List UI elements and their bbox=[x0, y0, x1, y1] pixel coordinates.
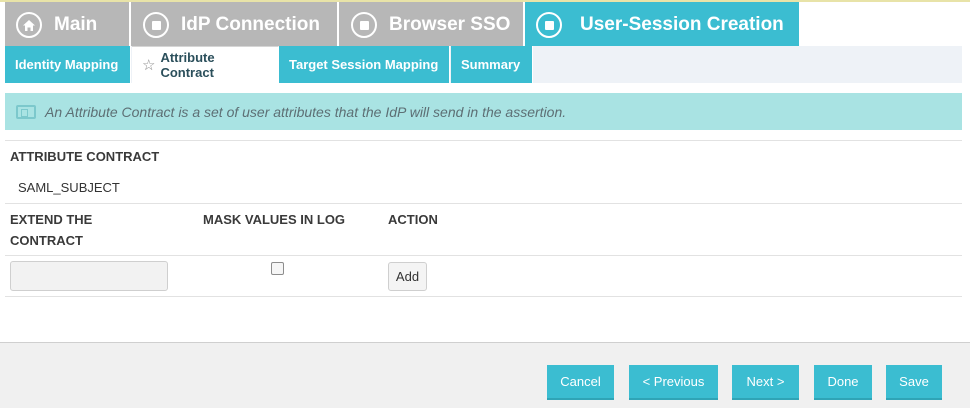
tab-browser-sso[interactable]: Browser SSO bbox=[339, 2, 524, 48]
action-header: ACTION bbox=[388, 212, 438, 227]
square-circle-icon bbox=[143, 12, 169, 38]
info-text: An Attribute Contract is a set of user a… bbox=[45, 103, 567, 120]
mask-values-checkbox[interactable] bbox=[271, 262, 284, 275]
tab-main-label: Main bbox=[54, 14, 98, 35]
save-button[interactable]: Save bbox=[886, 365, 942, 400]
tab-user-session-creation-label: User-Session Creation bbox=[580, 14, 784, 35]
divider bbox=[5, 203, 962, 204]
attribute-contract-page: Main IdP Connection Browser SSO User-Ses… bbox=[0, 0, 970, 408]
subtab-identity-mapping-label: Identity Mapping bbox=[15, 57, 119, 72]
square-circle-icon bbox=[351, 12, 377, 38]
extend-contract-header-line2: CONTRACT bbox=[10, 233, 83, 248]
star-icon: ☆ bbox=[142, 57, 156, 74]
extend-contract-input[interactable] bbox=[10, 261, 168, 291]
cancel-button[interactable]: Cancel bbox=[547, 365, 614, 400]
done-button[interactable]: Done bbox=[814, 365, 872, 400]
info-banner: An Attribute Contract is a set of user a… bbox=[5, 93, 962, 130]
subtab-summary-label: Summary bbox=[461, 57, 521, 72]
divider bbox=[5, 296, 962, 297]
contract-attribute-value: SAML_SUBJECT bbox=[18, 180, 120, 195]
sub-tabs: Identity Mapping ☆ Attribute Contract Ta… bbox=[5, 46, 962, 83]
subtab-attribute-contract-label: Attribute Contract bbox=[160, 50, 215, 80]
subtab-identity-mapping[interactable]: Identity Mapping bbox=[5, 46, 131, 83]
tab-browser-sso-label: Browser SSO bbox=[389, 14, 511, 35]
square-circle-icon bbox=[536, 12, 562, 38]
home-icon bbox=[16, 12, 42, 38]
subtab-target-session-mapping[interactable]: Target Session Mapping bbox=[279, 46, 450, 83]
extend-contract-header-line1: EXTEND THE bbox=[10, 212, 93, 227]
footer-bar: Cancel < Previous Next > Done Save bbox=[0, 342, 970, 408]
add-button[interactable]: Add bbox=[388, 262, 427, 291]
tab-user-session-creation[interactable]: User-Session Creation bbox=[525, 2, 800, 48]
tab-idp-connection[interactable]: IdP Connection bbox=[131, 2, 338, 48]
subtab-target-session-mapping-label: Target Session Mapping bbox=[289, 57, 439, 72]
info-panel-icon bbox=[16, 104, 36, 119]
tab-main[interactable]: Main bbox=[5, 2, 130, 48]
subtab-attribute-contract[interactable]: ☆ Attribute Contract bbox=[132, 46, 279, 83]
extend-contract-header: EXTEND THE CONTRACT bbox=[10, 209, 92, 251]
tab-idp-connection-label: IdP Connection bbox=[181, 14, 320, 35]
divider bbox=[5, 140, 962, 141]
attribute-contract-header: ATTRIBUTE CONTRACT bbox=[10, 149, 160, 164]
mask-values-header: MASK VALUES IN LOG bbox=[203, 212, 346, 227]
divider bbox=[5, 255, 962, 256]
subtab-summary[interactable]: Summary bbox=[451, 46, 533, 83]
previous-button[interactable]: < Previous bbox=[629, 365, 718, 400]
next-button[interactable]: Next > bbox=[732, 365, 799, 400]
main-tabs: Main IdP Connection Browser SSO User-Ses… bbox=[0, 0, 970, 48]
